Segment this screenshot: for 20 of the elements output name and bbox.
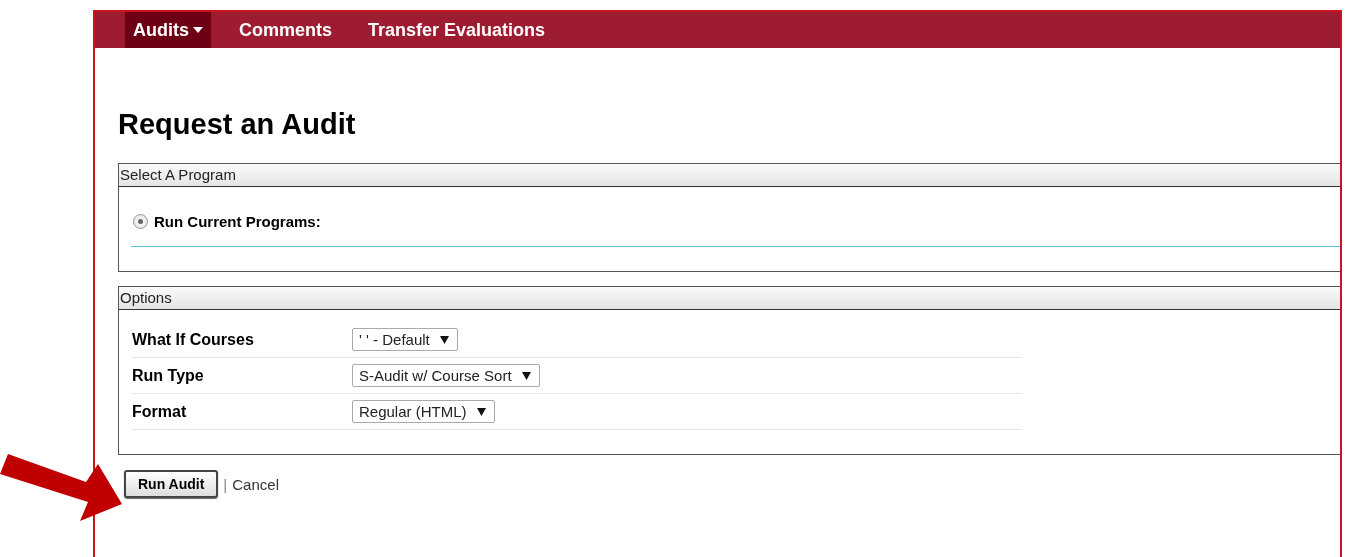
nav-tab[interactable]: Comments <box>231 12 340 48</box>
cancel-link[interactable]: Cancel <box>232 475 279 493</box>
caret-icon <box>476 407 486 416</box>
radio-label: Run Current Programs: <box>154 213 321 230</box>
dropdown-select[interactable]: ' ' - Default <box>352 328 458 351</box>
caret-icon <box>439 335 449 344</box>
field-label: Run Type <box>132 366 205 385</box>
nav-tab[interactable]: Transfer Evaluations <box>360 12 554 48</box>
panel-header: Options <box>119 287 1340 310</box>
separator: | <box>223 475 228 493</box>
run-audit-button[interactable]: Run Audit <box>124 470 219 498</box>
field-label: Format <box>132 402 188 421</box>
dropdown-select[interactable]: Regular (HTML) <box>352 400 495 423</box>
dropdown-select[interactable]: S-Audit w/ Course Sort <box>352 364 540 387</box>
radio-button[interactable] <box>133 214 148 229</box>
nav-tab[interactable]: Audits <box>125 12 211 48</box>
page-title: Request an Audit <box>118 108 357 141</box>
field-label: What If Courses <box>132 330 255 349</box>
panel-header: Select A Program <box>119 164 1340 187</box>
caret-icon <box>521 371 531 380</box>
